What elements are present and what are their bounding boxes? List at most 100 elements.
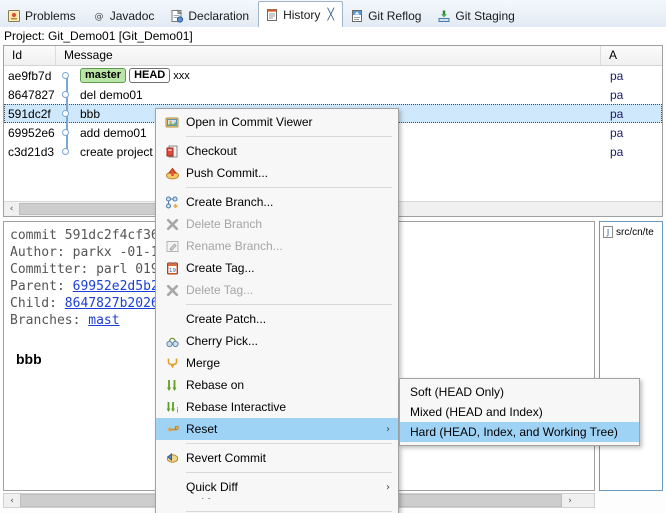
commit-graph-cell	[56, 142, 78, 161]
svg-text:J: J	[606, 228, 609, 237]
cell-id: 69952e6	[8, 125, 55, 140]
menu-item-label: Quick Diff	[186, 480, 238, 494]
menu-item-create-branch[interactable]: Create Branch...	[156, 191, 398, 213]
menu-item-label: Cherry Pick...	[186, 334, 259, 348]
tab-label: Declaration	[188, 9, 250, 23]
project-label: Project: Git_Demo01 [Git_Demo01]	[0, 27, 666, 44]
tab-label: History	[283, 7, 321, 22]
table-header-row: Id Message A	[4, 46, 662, 66]
checkout-icon	[158, 144, 186, 159]
menu-separator	[186, 187, 392, 188]
menu-separator	[186, 443, 392, 444]
menu-item-push-commit[interactable]: Push Commit...	[156, 162, 398, 184]
column-header-author[interactable]: A	[601, 46, 661, 65]
table-row[interactable]: 8647827 del demo01 pa	[4, 85, 662, 104]
menu-item-delete-tag: Delete Tag...	[156, 279, 398, 301]
list-item[interactable]: J src/cn/te	[600, 222, 662, 238]
table-row[interactable]: ae9fb7d master HEAD xxx pa	[4, 66, 662, 85]
menu-item-label: Rebase on	[186, 378, 245, 392]
cell-author: pa	[610, 144, 624, 159]
java-file-icon: J	[603, 226, 613, 238]
submenu-item-label: Mixed (HEAD and Index)	[410, 405, 543, 419]
detail-branches-line: Branches: mast	[10, 313, 120, 328]
cell-author: pa	[610, 125, 624, 140]
menu-item-label: Rebase Interactive	[186, 400, 287, 414]
menu-separator	[186, 511, 392, 512]
branch-link[interactable]: mast	[88, 313, 119, 328]
menu-item-create-patch[interactable]: Create Patch...	[156, 308, 398, 330]
menu-separator	[186, 472, 392, 473]
menu-item-checkout[interactable]: Checkout	[156, 140, 398, 162]
close-icon[interactable]: ╳	[327, 8, 334, 21]
menu-item-label: Create Tag...	[186, 261, 255, 275]
scroll-left-icon[interactable]: ‹	[4, 496, 20, 506]
commit-graph-cell	[56, 104, 78, 123]
create-branch-icon	[158, 195, 186, 210]
view-tab-bar: Problems @ Javadoc Declaration History ╳…	[0, 0, 666, 28]
menu-item-label: Create Patch...	[186, 312, 267, 326]
cell-author: pa	[610, 106, 624, 121]
menu-item-open-in-commit-viewer[interactable]: Open in Commit Viewer	[156, 111, 398, 133]
menu-item-label: Copy	[186, 498, 357, 499]
submenu-item-hard[interactable]: Hard (HEAD, Index, and Working Tree)	[400, 422, 639, 442]
declaration-icon	[170, 9, 184, 23]
tab-label: Git Staging	[455, 9, 515, 23]
menu-item-quick-diff[interactable]: Quick Diff ›	[156, 476, 398, 498]
chevron-right-icon: ›	[386, 481, 390, 493]
menu-item-copy[interactable]: Copy Ctrl+C	[156, 498, 398, 508]
menu-item-merge[interactable]: Merge	[156, 352, 398, 374]
cell-id: ae9fb7d	[8, 68, 52, 83]
tab-declaration[interactable]: Declaration	[163, 3, 258, 28]
menu-item-reset[interactable]: Reset ›	[156, 418, 398, 440]
menu-item-label: Revert Commit	[186, 451, 267, 465]
menu-separator	[186, 136, 392, 137]
merge-icon	[158, 356, 186, 371]
menu-item-label: Push Commit...	[186, 166, 269, 180]
commit-context-menu: Open in Commit Viewer Checkout Push Comm…	[155, 108, 399, 513]
menu-item-rename-branch: Rename Branch...	[156, 235, 398, 257]
tab-git-staging[interactable]: Git Staging	[430, 3, 523, 28]
graph-node-icon	[62, 91, 69, 98]
menu-item-label: Delete Tag...	[186, 283, 254, 297]
tab-problems[interactable]: Problems	[0, 3, 85, 28]
scrollbar-thumb[interactable]	[19, 203, 159, 215]
changed-files-panel[interactable]: J src/cn/te	[599, 221, 663, 491]
menu-item-revert-commit[interactable]: Revert Commit	[156, 447, 398, 469]
reset-submenu: Soft (HEAD Only) Mixed (HEAD and Index) …	[399, 378, 640, 446]
cell-id: 8647827	[8, 87, 55, 102]
menu-item-label: Delete Branch	[186, 217, 263, 231]
menu-item-delete-branch: Delete Branch	[156, 213, 398, 235]
menu-item-rebase-interactive[interactable]: i Rebase Interactive	[156, 396, 398, 418]
head-badge: HEAD	[129, 68, 171, 84]
svg-text:19: 19	[169, 268, 176, 274]
cell-message: master HEAD xxx	[78, 68, 602, 84]
menu-item-create-tag[interactable]: 19 Create Tag...	[156, 257, 398, 279]
cell-id: 591dc2f	[8, 106, 51, 121]
push-commit-icon	[158, 166, 186, 181]
problems-icon	[7, 9, 21, 23]
svg-text:@: @	[94, 12, 103, 22]
rebase-interactive-icon: i	[158, 400, 186, 415]
tab-git-reflog[interactable]: Git Reflog	[343, 3, 430, 28]
submenu-item-label: Hard (HEAD, Index, and Working Tree)	[410, 425, 618, 439]
tab-history[interactable]: History ╳	[258, 1, 344, 28]
tab-javadoc[interactable]: @ Javadoc	[85, 3, 164, 28]
column-header-message[interactable]: Message	[56, 46, 601, 65]
menu-item-cherry-pick[interactable]: Cherry Pick...	[156, 330, 398, 352]
menu-item-label: Reset	[186, 422, 218, 436]
scroll-left-icon[interactable]: ‹	[4, 204, 19, 214]
submenu-item-mixed[interactable]: Mixed (HEAD and Index)	[400, 402, 639, 422]
column-header-id[interactable]: Id	[4, 46, 56, 65]
delete-tag-icon	[158, 283, 186, 298]
cell-id: c3d21d3	[8, 144, 55, 159]
history-icon	[265, 8, 279, 22]
submenu-item-soft[interactable]: Soft (HEAD Only)	[400, 382, 639, 402]
menu-item-rebase-on[interactable]: Rebase on	[156, 374, 398, 396]
submenu-item-label: Soft (HEAD Only)	[410, 385, 505, 399]
commit-graph-cell	[56, 85, 78, 104]
cherry-pick-icon	[158, 334, 186, 349]
rename-branch-icon	[158, 239, 186, 254]
menu-item-label: Checkout	[186, 144, 237, 158]
git-reflog-icon	[350, 9, 364, 23]
scroll-right-icon[interactable]: ›	[562, 496, 578, 506]
